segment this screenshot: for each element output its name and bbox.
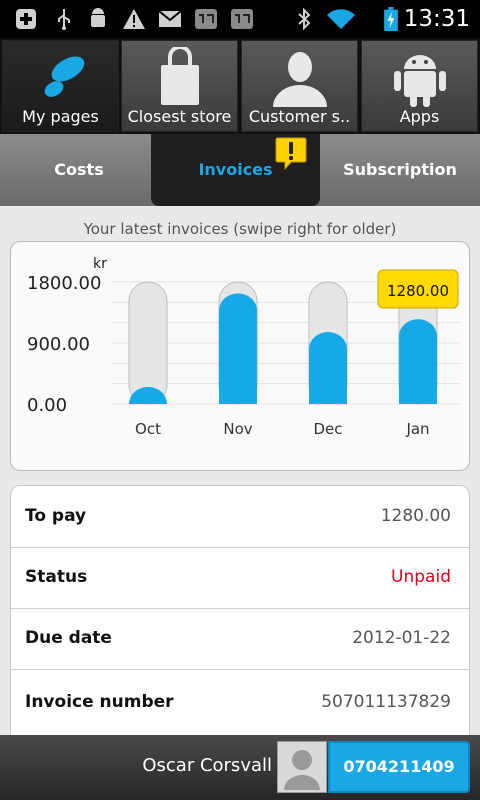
tab-bar: Costs Invoices Subscription — [0, 134, 480, 206]
y-tick-label: 900.00 — [27, 334, 90, 355]
shopping-bag-icon — [160, 47, 199, 105]
bar-dec — [309, 332, 347, 404]
invoice-details: To pay 1280.00 Status Unpaid Due date 20… — [10, 485, 470, 745]
nav-my-pages[interactable]: My pages — [2, 40, 119, 132]
tab-subscription[interactable]: Subscription — [320, 134, 480, 206]
y-tick-label: 0.00 — [27, 395, 67, 416]
x-tick-label: Jan — [405, 420, 429, 438]
android-icon — [393, 55, 446, 107]
y-axis-label: kr — [93, 256, 107, 272]
tab-costs[interactable]: Costs — [0, 134, 158, 206]
x-tick-label: Oct — [135, 420, 161, 438]
x-tick-label: Dec — [313, 420, 342, 438]
detail-row-to-pay: To pay 1280.00 — [11, 486, 469, 548]
photo-icon — [231, 9, 253, 29]
status-value: Unpaid — [391, 567, 451, 587]
bar-jan — [399, 319, 437, 404]
bottom-bar: Oscar Corsvall 0704211409 — [0, 735, 480, 800]
phone-number-button[interactable]: 0704211409 — [328, 741, 470, 793]
status-bar: 13:31 — [0, 0, 480, 38]
gmail-icon — [158, 10, 182, 27]
alert-badge-icon — [275, 137, 307, 170]
add-icon — [16, 9, 36, 29]
detail-value: 2012-01-22 — [352, 628, 451, 648]
chart-caption: Your latest invoices (swipe right for ol… — [83, 220, 397, 238]
bar-track — [128, 281, 168, 405]
y-tick-label: 1800.00 — [27, 273, 101, 294]
chart-svg: kr1800.00 900.00 0.00 Oct Nov Dec Jan 1280.00 — [27, 256, 461, 438]
detail-row-status: Status Unpaid — [11, 547, 469, 609]
clock: 13:31 — [403, 6, 470, 32]
detail-row-due-date: Due date 2012-01-22 — [11, 608, 469, 670]
value-tooltip-label: 1280.00 — [387, 282, 449, 300]
detail-value: 507011137829 — [321, 692, 451, 712]
detail-row-invoice-number: Invoice number 507011137829 — [11, 672, 469, 734]
warning-icon — [123, 9, 145, 29]
nav-customer-service[interactable]: Customer s.. — [241, 40, 358, 132]
telenor-logo-icon — [44, 56, 84, 97]
nav-closest-store[interactable]: Closest store — [121, 40, 238, 132]
photo-icon — [195, 9, 217, 29]
avatar-placeholder-icon — [284, 750, 320, 790]
person-icon — [272, 52, 327, 107]
detail-label: To pay — [25, 506, 87, 526]
invoice-chart[interactable]: kr 1800.00 900.00 0.00 Oct Nov Dec Jan 1280.00 — [10, 241, 470, 471]
bar-nov — [219, 293, 257, 404]
wifi-icon — [327, 9, 355, 29]
nav-label: Apps — [399, 107, 440, 126]
nav-label: My pages — [22, 107, 99, 126]
nav-apps[interactable]: Apps — [361, 40, 478, 132]
detail-value: 1280.00 — [380, 506, 451, 526]
x-tick-label: Nov — [223, 420, 252, 438]
detail-label: Status — [25, 567, 88, 587]
user-name: Oscar Corsvall — [142, 755, 272, 776]
detail-label: Due date — [25, 628, 112, 648]
usb-icon — [58, 9, 70, 30]
detail-label: Invoice number — [25, 692, 174, 712]
android-debug-icon — [91, 8, 105, 27]
battery-charging-icon — [384, 7, 398, 31]
nav-label: Customer s.. — [248, 107, 351, 126]
bluetooth-icon — [298, 7, 311, 31]
nav-label: Closest store — [127, 107, 232, 126]
top-navigation: My pages Closest store Customer s.. Apps — [0, 38, 480, 134]
avatar[interactable] — [277, 741, 327, 793]
